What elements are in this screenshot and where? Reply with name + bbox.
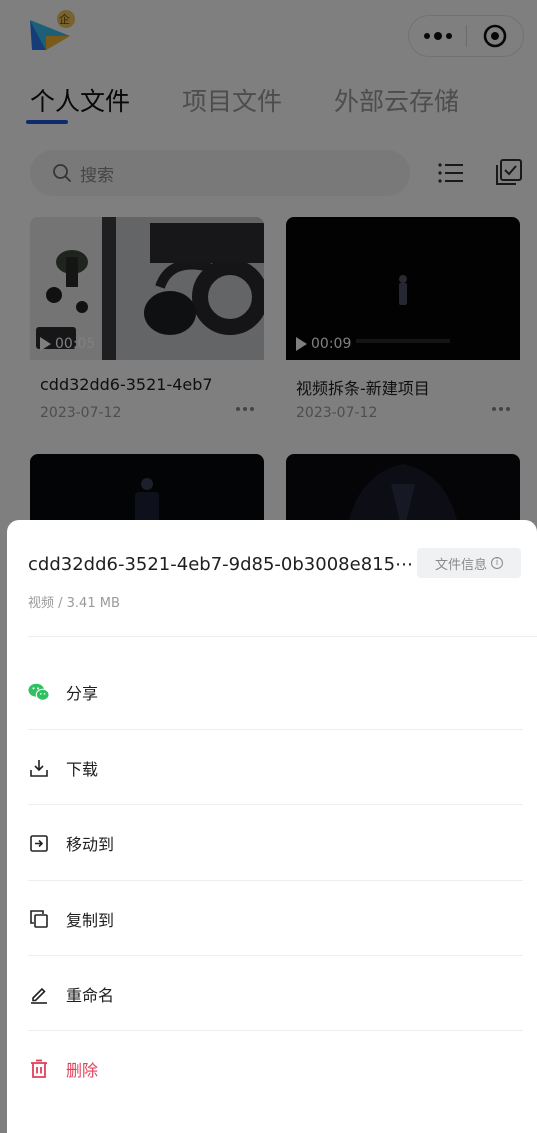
file-action-sheet: cdd32dd6-3521-4eb7-9d85-0b3008e815⋯ 文件信息… [7,520,537,1133]
move-to-action[interactable]: 移动到 [28,805,523,880]
download-icon [28,757,50,779]
download-label: 下载 [66,759,99,779]
wechat-icon [28,681,50,703]
rename-icon [28,983,50,1005]
sheet-file-name: cdd32dd6-3521-4eb7-9d85-0b3008e815⋯ [28,554,413,575]
copy-to-label: 复制到 [66,910,115,930]
download-action[interactable]: 下载 [28,730,523,805]
rename-action[interactable]: 重命名 [28,956,523,1031]
rename-label: 重命名 [66,985,115,1005]
delete-label: 删除 [66,1060,99,1080]
share-label: 分享 [66,683,99,703]
trash-icon [28,1058,50,1080]
copy-icon [28,908,50,930]
copy-to-action[interactable]: 复制到 [28,881,523,956]
info-icon: i [491,557,503,569]
delete-action[interactable]: 删除 [28,1031,523,1106]
file-info-label: 文件信息 [434,557,487,573]
file-meta: 视频 / 3.41 MB [28,596,120,611]
divider [28,636,537,637]
file-info-button[interactable]: 文件信息 i [417,548,521,578]
move-to-label: 移动到 [66,834,115,854]
move-icon [28,832,50,854]
share-action[interactable]: 分享 [28,654,523,729]
